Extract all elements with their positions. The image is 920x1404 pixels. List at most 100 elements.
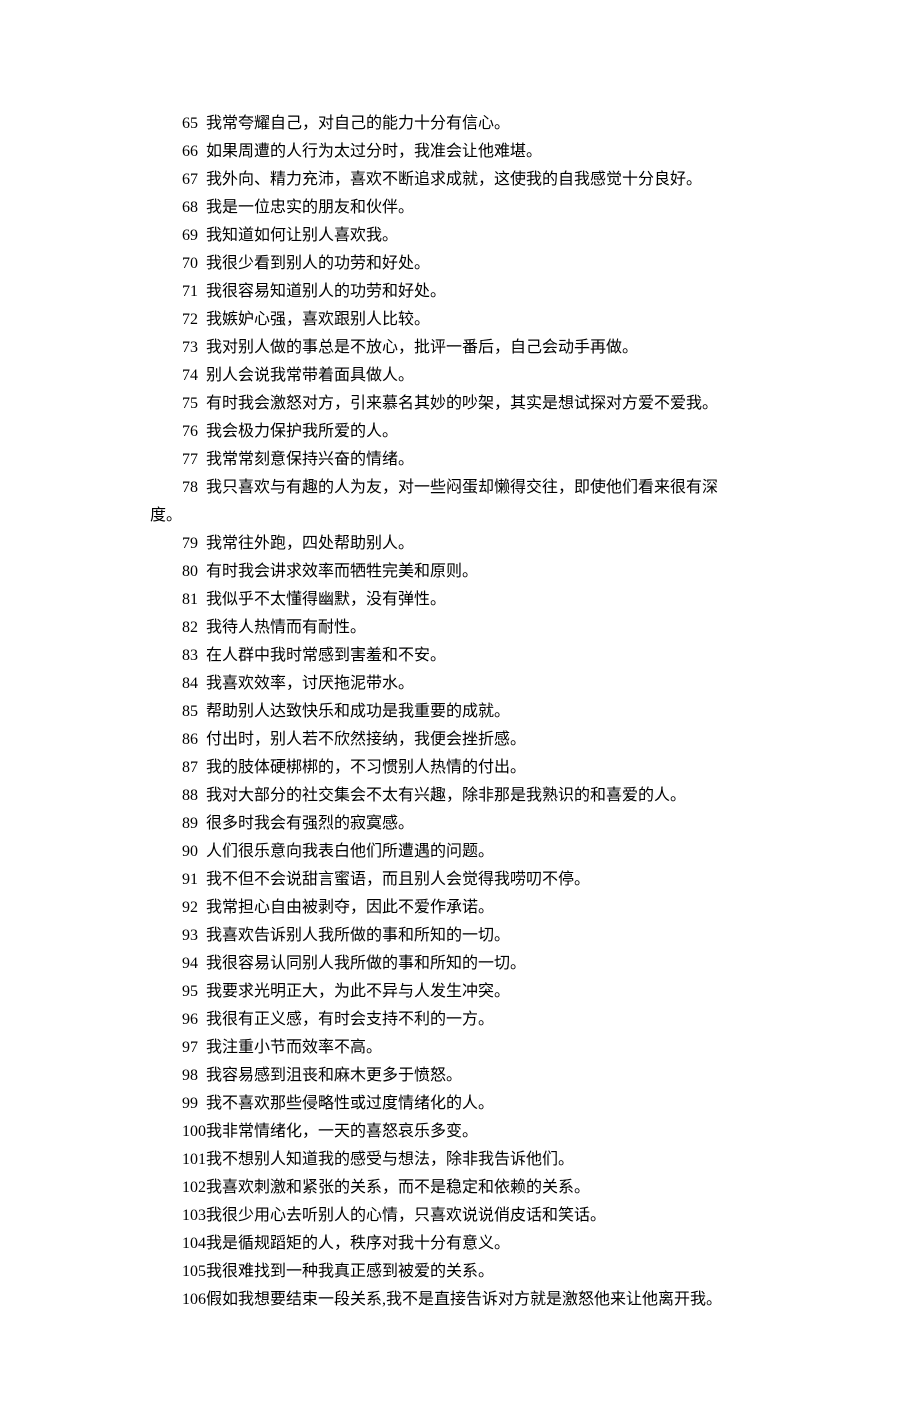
- question-number: 79: [166, 530, 206, 558]
- question-text: 我对别人做的事总是不放心，批评一番后，自己会动手再做。: [206, 339, 638, 356]
- question-item: 103我很少用心去听别人的心情，只喜欢说说俏皮话和笑话。: [150, 1202, 790, 1230]
- question-item: 85帮助别人达致快乐和成功是我重要的成就。: [150, 698, 790, 726]
- question-text: 我知道如何让别人喜欢我。: [206, 227, 398, 244]
- question-number: 104: [166, 1230, 206, 1258]
- question-item: 65我常夸耀自己，对自己的能力十分有信心。: [150, 110, 790, 138]
- question-item: 82我待人热情而有耐性。: [150, 614, 790, 642]
- question-text: 我是循规蹈矩的人，秩序对我十分有意义。: [206, 1235, 510, 1252]
- question-item: 90人们很乐意向我表白他们所遭遇的问题。: [150, 838, 790, 866]
- question-number: 95: [166, 978, 206, 1006]
- question-text: 帮助别人达致快乐和成功是我重要的成就。: [206, 703, 510, 720]
- question-item: 100我非常情绪化，一天的喜怒哀乐多变。: [150, 1118, 790, 1146]
- question-item: 102我喜欢刺激和紧张的关系，而不是稳定和依赖的关系。: [150, 1174, 790, 1202]
- question-number: 84: [166, 670, 206, 698]
- question-item: 77我常常刻意保持兴奋的情绪。: [150, 446, 790, 474]
- question-number: 71: [166, 278, 206, 306]
- question-text: 我的肢体硬梆梆的，不习惯别人热情的付出。: [206, 759, 526, 776]
- question-number: 69: [166, 222, 206, 250]
- question-item: 89很多时我会有强烈的寂寞感。: [150, 810, 790, 838]
- question-number: 98: [166, 1062, 206, 1090]
- question-text: 有时我会讲求效率而牺牲完美和原则。: [206, 563, 478, 580]
- question-item: 93我喜欢告诉别人我所做的事和所知的一切。: [150, 922, 790, 950]
- question-item: 97我注重小节而效率不高。: [150, 1034, 790, 1062]
- question-number: 91: [166, 866, 206, 894]
- question-text: 我对大部分的社交集会不太有兴趣，除非那是我熟识的和喜爱的人。: [206, 787, 686, 804]
- question-text: 我要求光明正大，为此不异与人发生冲突。: [206, 983, 510, 1000]
- question-text: 我很有正义感，有时会支持不利的一方。: [206, 1011, 494, 1028]
- question-item: 98我容易感到沮丧和麻木更多于愤怒。: [150, 1062, 790, 1090]
- question-number: 102: [166, 1174, 206, 1202]
- question-number: 80: [166, 558, 206, 586]
- question-text: 有时我会激怒对方，引来慕名其妙的吵架，其实是想试探对方爱不爱我。: [206, 395, 718, 412]
- question-text: 我似乎不太懂得幽默，没有弹性。: [206, 591, 446, 608]
- question-number: 65: [166, 110, 206, 138]
- question-text: 我是一位忠实的朋友和伙伴。: [206, 199, 414, 216]
- question-text: 别人会说我常带着面具做人。: [206, 367, 414, 384]
- question-text: 我不想别人知道我的感受与想法，除非我告诉他们。: [206, 1151, 574, 1168]
- question-item: 105我很难找到一种我真正感到被爱的关系。: [150, 1258, 790, 1286]
- question-text: 我常往外跑，四处帮助别人。: [206, 535, 414, 552]
- question-text: 我常常刻意保持兴奋的情绪。: [206, 451, 414, 468]
- question-item: 87我的肢体硬梆梆的，不习惯别人热情的付出。: [150, 754, 790, 782]
- question-item: 95我要求光明正大，为此不异与人发生冲突。: [150, 978, 790, 1006]
- question-item: 86付出时，别人若不欣然接纳，我便会挫折感。: [150, 726, 790, 754]
- question-number: 90: [166, 838, 206, 866]
- question-text: 很多时我会有强烈的寂寞感。: [206, 815, 414, 832]
- question-item: 83在人群中我时常感到害羞和不安。: [150, 642, 790, 670]
- question-item: 99我不喜欢那些侵略性或过度情绪化的人。: [150, 1090, 790, 1118]
- question-text: 我很少用心去听别人的心情，只喜欢说说俏皮话和笑话。: [206, 1207, 606, 1224]
- question-text-continuation: 度。: [150, 502, 790, 530]
- question-item: 81我似乎不太懂得幽默，没有弹性。: [150, 586, 790, 614]
- question-item: 68我是一位忠实的朋友和伙伴。: [150, 194, 790, 222]
- question-item: 69我知道如何让别人喜欢我。: [150, 222, 790, 250]
- question-item: 84我喜欢效率，讨厌拖泥带水。: [150, 670, 790, 698]
- question-item: 74别人会说我常带着面具做人。: [150, 362, 790, 390]
- question-number: 66: [166, 138, 206, 166]
- question-text: 我不但不会说甜言蜜语，而且别人会觉得我唠叨不停。: [206, 871, 590, 888]
- question-number: 75: [166, 390, 206, 418]
- question-number: 67: [166, 166, 206, 194]
- question-text: 我很少看到别人的功劳和好处。: [206, 255, 430, 272]
- question-number: 82: [166, 614, 206, 642]
- question-item: 104我是循规蹈矩的人，秩序对我十分有意义。: [150, 1230, 790, 1258]
- question-number: 86: [166, 726, 206, 754]
- question-item: 91我不但不会说甜言蜜语，而且别人会觉得我唠叨不停。: [150, 866, 790, 894]
- question-number: 103: [166, 1202, 206, 1230]
- question-item: 80有时我会讲求效率而牺牲完美和原则。: [150, 558, 790, 586]
- question-number: 100: [166, 1118, 206, 1146]
- question-item: 75有时我会激怒对方，引来慕名其妙的吵架，其实是想试探对方爱不爱我。: [150, 390, 790, 418]
- question-item: 72我嫉妒心强，喜欢跟别人比较。: [150, 306, 790, 334]
- question-number: 83: [166, 642, 206, 670]
- question-item: 66如果周遭的人行为太过分时，我准会让他难堪。: [150, 138, 790, 166]
- question-text: 付出时，别人若不欣然接纳，我便会挫折感。: [206, 731, 526, 748]
- question-number: 77: [166, 446, 206, 474]
- question-text: 我常担心自由被剥夺，因此不爱作承诺。: [206, 899, 494, 916]
- question-item: 76我会极力保护我所爱的人。: [150, 418, 790, 446]
- question-text: 我容易感到沮丧和麻木更多于愤怒。: [206, 1067, 462, 1084]
- question-text: 我喜欢刺激和紧张的关系，而不是稳定和依赖的关系。: [206, 1179, 590, 1196]
- question-number: 78: [166, 474, 206, 502]
- question-text: 我喜欢告诉别人我所做的事和所知的一切。: [206, 927, 510, 944]
- question-number: 76: [166, 418, 206, 446]
- question-item: 78我只喜欢与有趣的人为友，对一些闷蛋却懒得交往，即使他们看来很有深: [150, 474, 790, 502]
- question-text: 我喜欢效率，讨厌拖泥带水。: [206, 675, 414, 692]
- question-number: 85: [166, 698, 206, 726]
- question-text: 我非常情绪化，一天的喜怒哀乐多变。: [206, 1123, 478, 1140]
- question-number: 72: [166, 306, 206, 334]
- question-text: 我不喜欢那些侵略性或过度情绪化的人。: [206, 1095, 494, 1112]
- question-number: 99: [166, 1090, 206, 1118]
- question-number: 94: [166, 950, 206, 978]
- question-number: 106: [166, 1286, 206, 1314]
- question-text: 我很容易知道别人的功劳和好处。: [206, 283, 446, 300]
- question-number: 96: [166, 1006, 206, 1034]
- question-text: 我常夸耀自己，对自己的能力十分有信心。: [206, 115, 510, 132]
- question-number: 88: [166, 782, 206, 810]
- question-item: 79我常往外跑，四处帮助别人。: [150, 530, 790, 558]
- question-item: 70我很少看到别人的功劳和好处。: [150, 250, 790, 278]
- question-item: 73我对别人做的事总是不放心，批评一番后，自己会动手再做。: [150, 334, 790, 362]
- question-text: 在人群中我时常感到害羞和不安。: [206, 647, 446, 664]
- question-text: 我只喜欢与有趣的人为友，对一些闷蛋却懒得交往，即使他们看来很有深: [206, 479, 718, 496]
- question-number: 101: [166, 1146, 206, 1174]
- question-number: 105: [166, 1258, 206, 1286]
- question-item: 92我常担心自由被剥夺，因此不爱作承诺。: [150, 894, 790, 922]
